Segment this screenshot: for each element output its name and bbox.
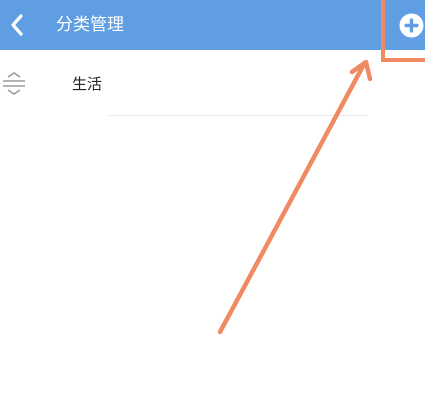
chevron-left-icon bbox=[11, 14, 23, 36]
list-item[interactable]: 生活 bbox=[0, 50, 425, 116]
category-label: 生活 bbox=[72, 75, 103, 93]
page-title: 分类管理 bbox=[56, 15, 124, 35]
top-bar: 分类管理 bbox=[0, 0, 425, 50]
row-divider bbox=[108, 115, 368, 116]
back-button[interactable] bbox=[0, 0, 34, 50]
drag-handle-icon[interactable] bbox=[0, 72, 28, 96]
category-management-screen: 分类管理 生活 bbox=[0, 0, 425, 406]
annotation-highlight-box bbox=[381, 0, 425, 62]
